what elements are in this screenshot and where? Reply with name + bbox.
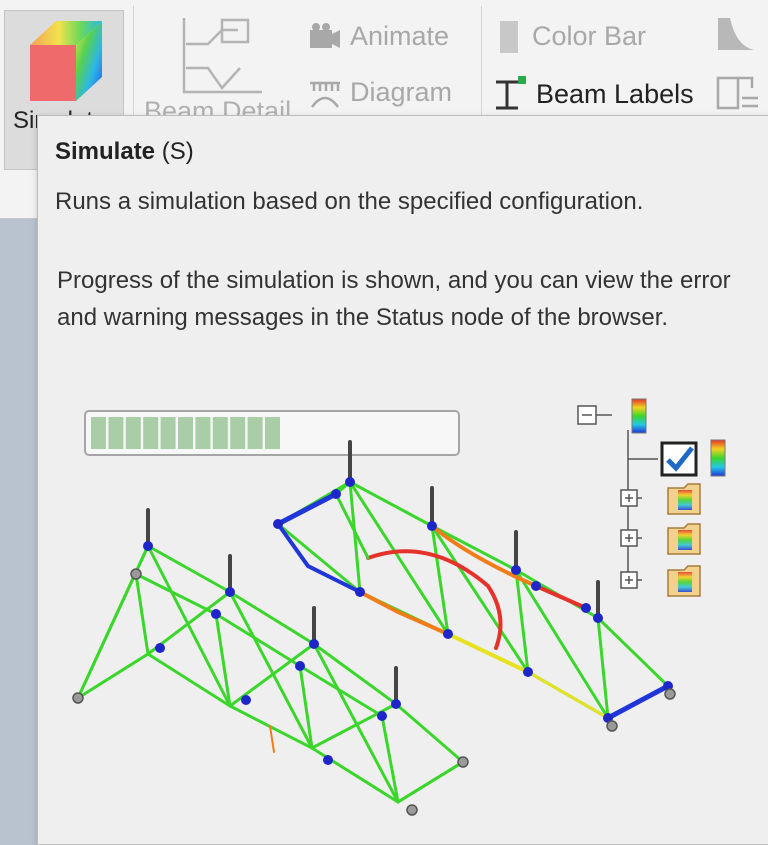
progress-segment <box>160 417 176 449</box>
progress-segment <box>247 417 263 449</box>
progress-segment <box>125 417 141 449</box>
expand-icon <box>620 571 638 589</box>
simulate-icon <box>30 21 102 101</box>
checkbox <box>660 441 698 477</box>
panel-icon <box>716 76 758 110</box>
tooltip-title-row: Simulate (S) <box>55 138 194 166</box>
progress-segment <box>91 417 106 449</box>
beam-labels-label: Beam Labels <box>536 78 694 109</box>
progress-segment <box>108 417 124 449</box>
animate-icon <box>310 22 340 48</box>
diagram-button[interactable]: Diagram <box>308 76 452 109</box>
diagram-icon <box>310 81 340 108</box>
folder-icon <box>667 523 701 555</box>
curve-icon <box>718 18 754 50</box>
expand-icon <box>620 489 638 507</box>
progress-segment <box>178 417 193 449</box>
simulation-illustration <box>72 398 726 816</box>
beam-labels-button[interactable]: Beam Labels <box>494 76 694 112</box>
beam-labels-icon <box>496 76 526 110</box>
beam-detail-icon <box>182 18 262 94</box>
progress-segment <box>212 417 228 449</box>
animate-button[interactable]: Animate <box>308 20 449 52</box>
color-bar-label: Color Bar <box>532 21 647 52</box>
color-bar-icon <box>631 398 647 434</box>
simulate-tooltip: Simulate (S) Runs a simulation based on … <box>37 115 768 845</box>
truss-model-undeformed <box>72 508 469 816</box>
folder-icon <box>667 565 701 597</box>
color-bar-button[interactable]: Color Bar <box>494 20 646 53</box>
diagram-label: Diagram <box>350 77 453 108</box>
progress-segment <box>143 417 159 449</box>
animate-label: Animate <box>350 21 450 52</box>
progress-segment <box>195 417 211 449</box>
progress-bar <box>84 410 460 456</box>
tooltip-shortcut: (S) <box>161 138 194 165</box>
progress-segment <box>230 417 246 449</box>
color-bar-icon <box>710 439 726 477</box>
tooltip-title: Simulate <box>55 138 156 165</box>
tooltip-detail: Progress of the simulation is shown, and… <box>57 267 731 331</box>
beam-detail-button[interactable]: Beam Detail <box>138 10 293 126</box>
color-bar-icon <box>500 20 518 53</box>
tooltip-summary: Runs a simulation based on the specified… <box>55 188 644 215</box>
folder-icon <box>667 483 701 515</box>
progress-segment <box>265 417 280 449</box>
expand-icon <box>620 529 638 547</box>
